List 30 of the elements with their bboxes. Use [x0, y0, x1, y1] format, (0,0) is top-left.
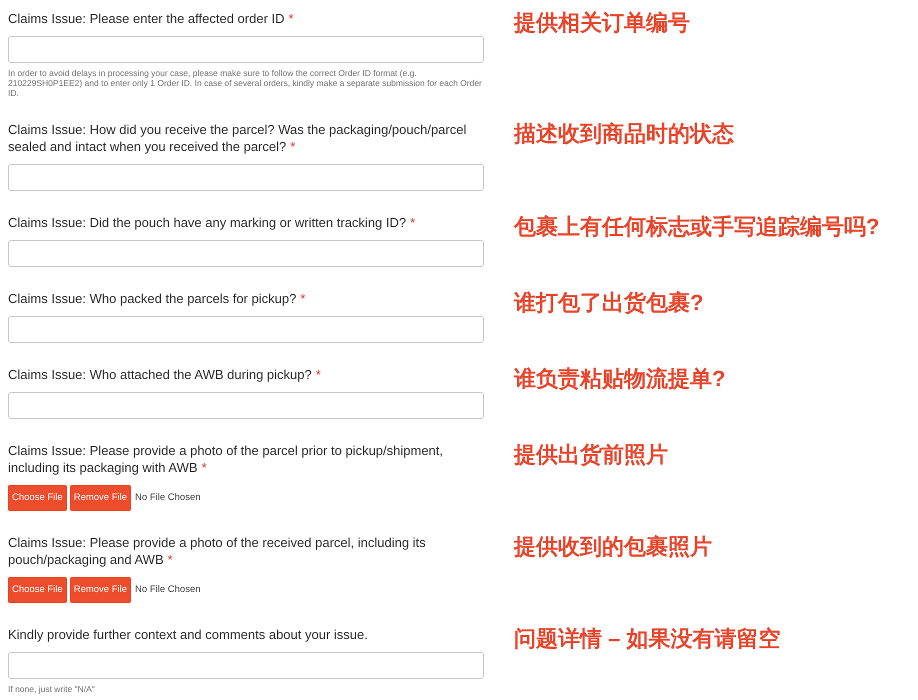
- question-label: Claims Issue: Please provide a photo of the parcel prior to pickup/shipment, including its packaging with AWB *: [8, 442, 444, 476]
- file-status: No File Chosen: [135, 490, 201, 505]
- remove-file-button[interactable]: Remove File: [70, 485, 132, 511]
- input-field[interactable]: [8, 392, 484, 419]
- input-field[interactable]: [8, 36, 484, 63]
- annotation-text: 问题详情 – 如果没有请留空: [514, 626, 780, 652]
- question-label: Claims Issue: Please enter the affected order ID *: [8, 10, 295, 27]
- question-label: Claims Issue: How did you receive the parcel? Was the packaging/pouch/parcel sealed and intact when you received the parcel? *: [8, 121, 468, 155]
- question-label: Claims Issue: Please provide a photo of the received parcel, including its pouch/packaging and AWB *: [8, 534, 427, 568]
- remove-file-button[interactable]: Remove File: [70, 577, 132, 603]
- help-text: In order to avoid delays in processing your case, please make sure to follow the correct Order ID format (e.g. 210229SH0P1EE2) and to enter only 1 Order ID. In case of several orders, kindly make a separate submission for each Order ID.: [8, 68, 483, 98]
- annotation-text: 谁负责粘贴物流提单?: [514, 366, 726, 392]
- annotation-text: 提供收到的包裹照片: [514, 534, 712, 560]
- annotation-text: 提供出货前照片: [514, 442, 668, 468]
- input-field[interactable]: [8, 316, 484, 343]
- annotation-text: 包裹上有任何标志或手写追踪编号吗?: [514, 214, 880, 240]
- annotation-text: 谁打包了出货包裹?: [514, 290, 704, 316]
- input-field[interactable]: [8, 652, 484, 679]
- question-label: Kindly provide further context and comments about your issue.: [8, 626, 369, 643]
- question-label: Claims Issue: Did the pouch have any marking or written tracking ID? *: [8, 214, 416, 231]
- question-label: Claims Issue: Who packed the parcels for pickup? *: [8, 290, 306, 307]
- input-field[interactable]: [8, 240, 484, 267]
- input-field[interactable]: [8, 164, 484, 191]
- choose-file-button[interactable]: Choose File: [8, 577, 67, 603]
- annotation-text: 描述收到商品时的状态: [514, 121, 734, 147]
- choose-file-button[interactable]: Choose File: [8, 485, 67, 511]
- question-label: Claims Issue: Who attached the AWB during pickup? *: [8, 366, 322, 383]
- help-text: If none, just write "N/A": [8, 684, 96, 694]
- annotation-text: 提供相关订单编号: [514, 10, 690, 36]
- file-status: No File Chosen: [135, 582, 201, 597]
